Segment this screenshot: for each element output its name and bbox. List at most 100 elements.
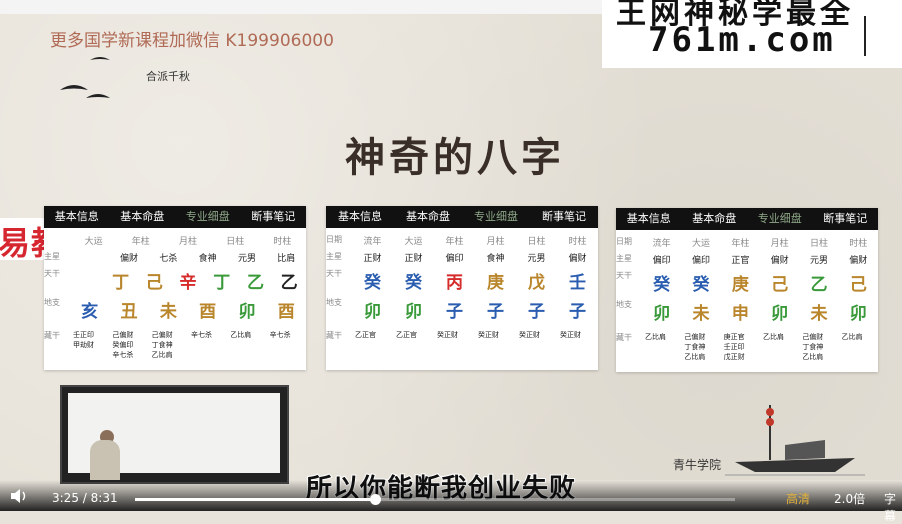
- hidden-row: 藏干 乙比肩 己偏财 丁食神 乙比肩 庚正官 壬正印 戊正财 乙比肩 己偏财 丁食神 乙比肩 乙比肩: [616, 332, 878, 362]
- hidden-stem: 戊正财: [723, 353, 745, 361]
- row-label: 藏干: [616, 333, 632, 342]
- hidden-stem: 辛七杀: [190, 331, 212, 339]
- cell: 子: [446, 302, 463, 322]
- hidden-cell: 癸正财: [434, 330, 475, 341]
- player-controls: 3:25 / 8:31 高清 2.0倍 字幕: [0, 480, 902, 523]
- hidden-stem: 癸正财: [478, 331, 499, 339]
- cell: 壬: [569, 273, 586, 293]
- hidden-stem: 乙比肩: [645, 333, 666, 341]
- hidden-cell: 癸正财: [557, 330, 598, 341]
- time-separator: /: [82, 491, 87, 505]
- header-cell: 大运: [404, 237, 423, 247]
- cell: 乙: [246, 273, 264, 293]
- presenter-figure: [90, 440, 120, 480]
- progress-fill: [135, 498, 375, 501]
- header-cell: 时柱: [273, 237, 292, 247]
- cell: 癸: [692, 275, 710, 295]
- cell: 偏印: [691, 256, 710, 266]
- cell: 己: [849, 275, 867, 295]
- chart-row: 地支 亥 丑 未 酉 卯 酉: [44, 297, 306, 322]
- hidden-stem: 丁食神: [802, 343, 824, 351]
- cell: [70, 251, 109, 264]
- header-cell: 流年: [363, 237, 382, 247]
- hidden-cell: 庚正官 壬正印 戊正财: [721, 332, 760, 362]
- cell: 食神: [486, 254, 505, 264]
- progress-track[interactable]: [135, 494, 735, 505]
- header-cell: 年柱: [731, 239, 750, 249]
- header-cell: 日期: [326, 235, 342, 244]
- row-label: 天干: [326, 269, 342, 278]
- tab-2[interactable]: 专业细盘: [747, 208, 813, 230]
- hidden-cell: 乙正官: [352, 330, 393, 341]
- cell: 偏财: [568, 254, 587, 264]
- hidden-cell: 己偏财 丁食神 乙比肩: [681, 332, 720, 362]
- hidden-cell: 己偏财 丁食神 乙比肩: [149, 330, 188, 360]
- cell: 未: [692, 304, 710, 324]
- cell: 未: [810, 304, 828, 324]
- cell: 卯: [238, 302, 256, 322]
- tab-0[interactable]: 基本信息: [616, 208, 682, 230]
- row-label: 藏干: [44, 331, 60, 340]
- hidden-stem: 庚正官: [723, 333, 745, 341]
- cell: 偏印: [445, 254, 464, 264]
- tab-3[interactable]: 断事笔记: [241, 206, 307, 228]
- progress-knob[interactable]: [370, 494, 381, 505]
- row-label: 主星: [44, 252, 60, 261]
- tab-1[interactable]: 基本命盘: [682, 208, 748, 230]
- speed-button[interactable]: 2.0倍: [834, 490, 865, 507]
- row-label: 藏干: [326, 331, 342, 340]
- hidden-cell: 乙比肩: [642, 332, 681, 362]
- tab-0[interactable]: 基本信息: [326, 206, 394, 228]
- hidden-cell: 癸正财: [516, 330, 557, 341]
- volume-icon[interactable]: [10, 488, 28, 504]
- chart-row: 主星 偏印 偏印 正官 偏财 元男 偏财: [616, 253, 878, 266]
- cell: 元男: [237, 254, 256, 264]
- header-cell: 年柱: [131, 237, 150, 247]
- hidden-stem: 己偏财: [802, 333, 824, 341]
- watermark-divider: [864, 16, 866, 56]
- hidden-cell: 己偏财 丁食神 乙比肩: [799, 332, 838, 362]
- cell: 七杀: [159, 254, 178, 264]
- hidden-stem: 己偏财: [112, 331, 134, 339]
- tab-2[interactable]: 专业细盘: [462, 206, 530, 228]
- cell: 卯: [364, 302, 381, 322]
- header-cell: 时柱: [849, 239, 868, 249]
- cell: 偏财: [849, 256, 868, 266]
- chart-row: 地支 卯 未 申 卯 未 卯: [616, 299, 878, 324]
- cell: 酉: [277, 302, 295, 322]
- cell: 子: [487, 302, 504, 322]
- tab-1[interactable]: 基本命盘: [394, 206, 462, 228]
- hidden-cell: 辛七杀: [188, 330, 227, 360]
- cell: 元男: [527, 254, 546, 264]
- row-label: 天干: [616, 271, 632, 280]
- chart-tabs: 基本信息 基本命盘 专业细盘 断事笔记: [326, 206, 598, 228]
- tab-1[interactable]: 基本命盘: [110, 206, 176, 228]
- cell: 癸: [405, 273, 422, 293]
- cell: 卯: [771, 304, 789, 324]
- header-cell: 年柱: [445, 237, 464, 247]
- cell: 己: [771, 275, 789, 295]
- tab-3[interactable]: 断事笔记: [530, 206, 598, 228]
- chart-row: 天干 癸 癸 庚 己 乙 己: [616, 270, 878, 295]
- quality-button[interactable]: 高清: [786, 490, 810, 507]
- tab-2[interactable]: 专业细盘: [175, 206, 241, 228]
- birds-decoration: [60, 57, 110, 98]
- cell: 庚: [487, 273, 504, 293]
- hidden-stem: 乙正官: [355, 331, 376, 339]
- hidden-stem: 乙比肩: [802, 353, 824, 361]
- hidden-stem: 己偏财: [151, 331, 173, 339]
- hidden-stem: 辛七杀: [112, 351, 134, 359]
- cell: 未: [159, 302, 177, 322]
- tab-0[interactable]: 基本信息: [44, 206, 110, 228]
- hidden-cell: 辛七杀: [267, 330, 306, 360]
- duration: 8:31: [90, 491, 118, 505]
- tab-3[interactable]: 断事笔记: [813, 208, 879, 230]
- hidden-stem: 乙正官: [396, 331, 417, 339]
- row-label: 主星: [616, 254, 632, 263]
- watermark: 王网神秘学最全 761m.com: [602, 0, 902, 68]
- header-row: 日期 流年 大运 年柱 月柱 日柱 时柱: [616, 236, 878, 249]
- current-time: 3:25: [52, 491, 79, 505]
- chart-tabs: 基本信息 基本命盘 专业细盘 断事笔记: [44, 206, 306, 228]
- subtitle-button[interactable]: 字幕: [884, 490, 902, 524]
- row-label: 地支: [616, 300, 632, 309]
